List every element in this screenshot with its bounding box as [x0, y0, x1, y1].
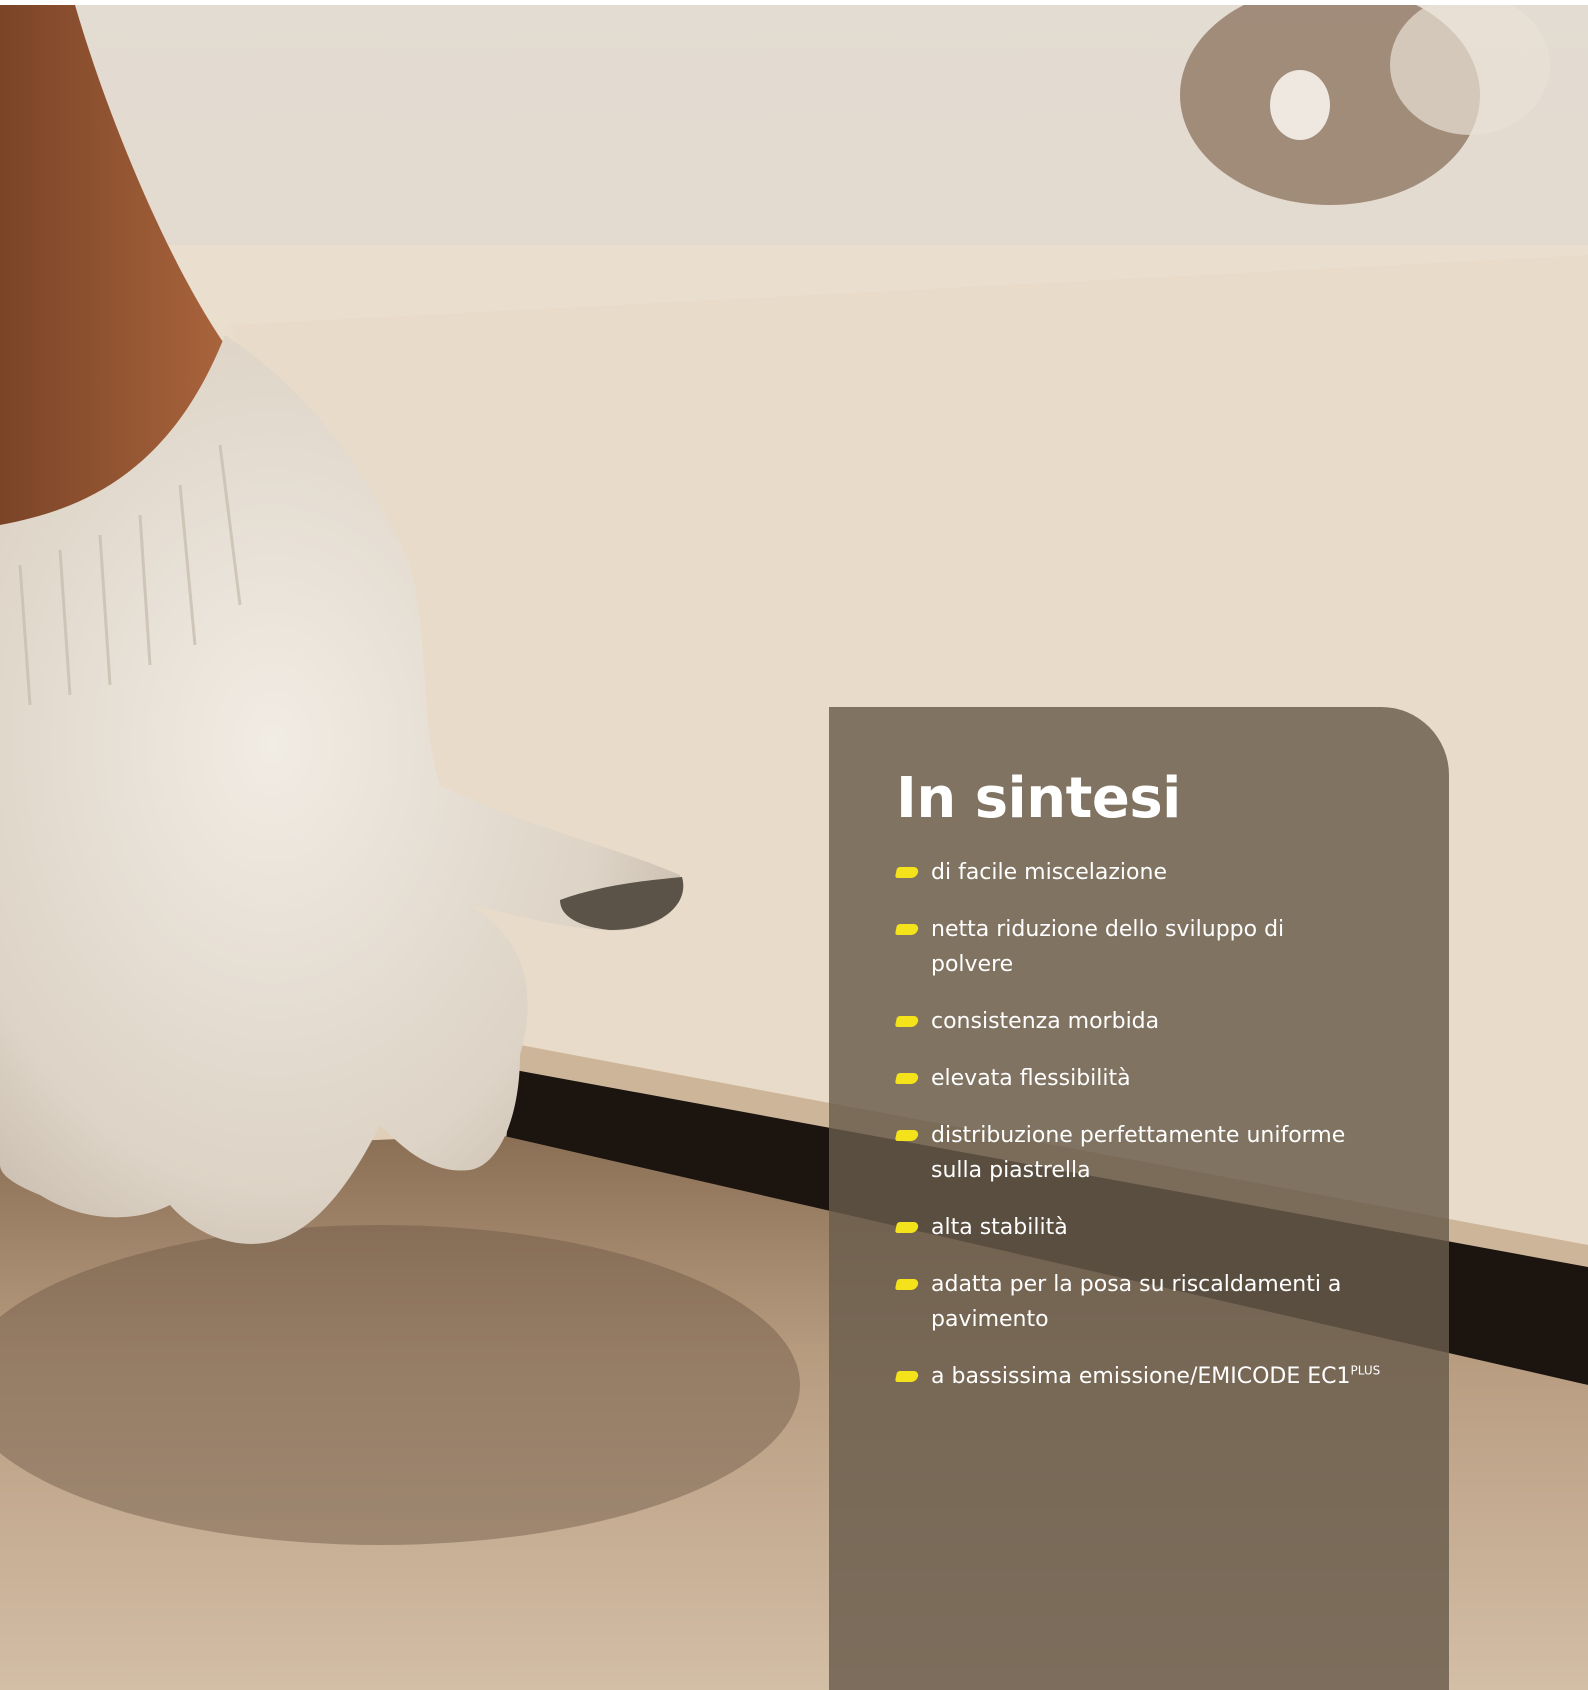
list-item-text: consistenza morbida: [931, 1009, 1160, 1034]
list-item: consistenza morbida: [894, 1004, 1351, 1039]
summary-list: di facile miscelazione netta riduzione d…: [894, 855, 1449, 1394]
list-item: adatta per la posa su riscaldamenti a pa…: [894, 1267, 1351, 1337]
list-item: elevata flessibilità: [894, 1061, 1351, 1096]
list-item-text: adatta per la posa su riscaldamenti a pa…: [931, 1272, 1342, 1332]
yellow-brush-bullet-icon: [894, 1016, 920, 1027]
yellow-brush-bullet-icon: [894, 1222, 920, 1233]
list-item: netta riduzione dello sviluppo di polver…: [894, 912, 1351, 982]
list-item-text: netta riduzione dello sviluppo di polver…: [931, 917, 1285, 977]
list-item-superscript: PLUS: [1350, 1363, 1381, 1378]
list-item: alta stabilità: [894, 1210, 1351, 1245]
summary-panel: In sintesi di facile miscelazione netta …: [829, 707, 1449, 1690]
yellow-brush-bullet-icon: [894, 1130, 920, 1141]
list-item-text: alta stabilità: [931, 1215, 1068, 1240]
yellow-brush-bullet-icon: [894, 924, 920, 935]
list-item-text: di facile miscelazione: [931, 860, 1167, 885]
yellow-brush-bullet-icon: [894, 1371, 920, 1382]
list-item: a bassissima emissione/EMICODE EC1PLUS: [894, 1359, 1449, 1394]
page: In sintesi di facile miscelazione netta …: [0, 0, 1588, 1690]
list-item: di facile miscelazione: [894, 855, 1351, 890]
panel-title: In sintesi: [896, 766, 1181, 831]
list-item-text: a bassissima emissione/EMICODE EC1: [931, 1364, 1351, 1389]
yellow-brush-bullet-icon: [894, 1279, 920, 1290]
list-item-text: elevata flessibilità: [931, 1066, 1131, 1091]
list-item-text: distribuzione perfettamente uniforme sul…: [931, 1123, 1346, 1183]
yellow-brush-bullet-icon: [894, 867, 920, 878]
yellow-brush-bullet-icon: [894, 1073, 920, 1084]
list-item: distribuzione perfettamente uniforme sul…: [894, 1118, 1351, 1188]
